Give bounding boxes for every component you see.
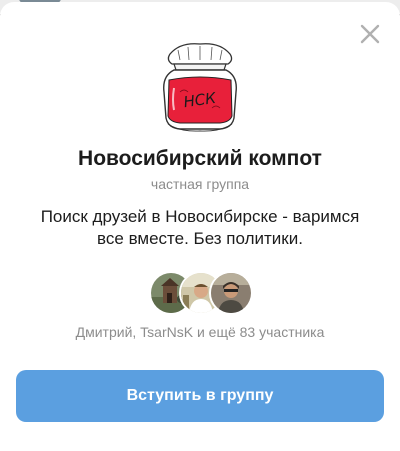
group-type-label: частная группа — [150, 176, 250, 192]
member-avatar-3 — [209, 271, 253, 315]
member-avatars[interactable] — [149, 271, 253, 317]
join-group-button[interactable]: Вступить в группу — [16, 370, 384, 422]
jam-jar-icon: НСК — [163, 43, 237, 132]
close-icon — [360, 24, 380, 44]
group-logo: НСК — [150, 40, 250, 136]
close-button[interactable] — [358, 22, 382, 46]
members-summary: Дмитрий, TsarNsK и ещё 83 участника — [75, 324, 325, 340]
group-title: Новосибирский компот — [78, 147, 322, 170]
group-description: Поиск друзей в Новосибирске - варимся вс… — [40, 207, 360, 248]
group-invite-sheet: НСК Новосибирский компот частная группа … — [0, 2, 400, 451]
